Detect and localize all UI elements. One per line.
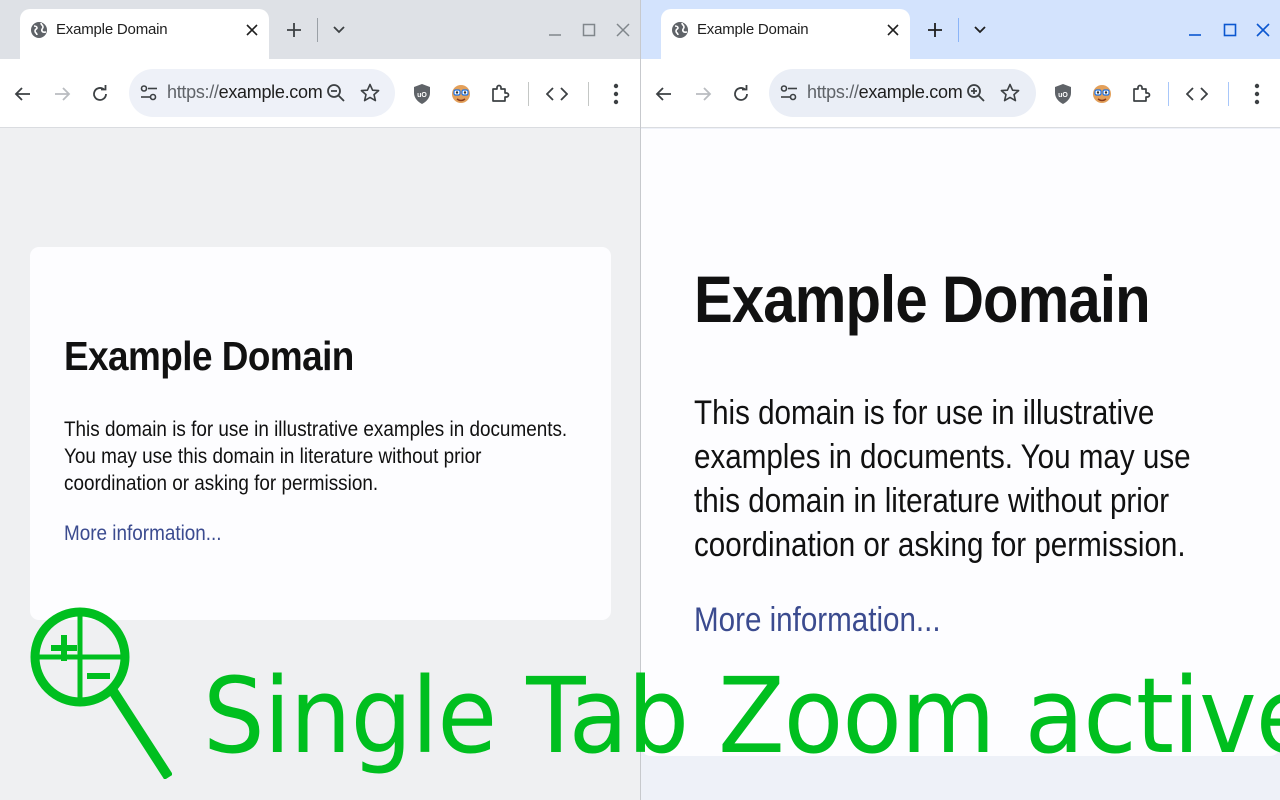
tab-search-chevron-icon[interactable]: [327, 18, 351, 42]
more-information-link[interactable]: More information...: [694, 601, 941, 640]
toolbar-separator: [528, 82, 529, 106]
close-icon[interactable]: [1251, 18, 1275, 42]
tab-close-icon[interactable]: [241, 19, 263, 41]
toolbar-separator: [1168, 82, 1169, 106]
reload-icon[interactable]: [87, 81, 113, 107]
zoom-magnifier-icon: [30, 607, 172, 779]
bookmark-star-icon[interactable]: [358, 81, 382, 105]
minimize-icon[interactable]: [543, 18, 567, 42]
tab-example-domain[interactable]: Example Domain: [20, 9, 269, 59]
back-arrow-icon[interactable]: [10, 81, 36, 107]
url-scheme: https://: [807, 82, 859, 102]
address-url: https://example.com: [167, 82, 323, 103]
tab-close-icon[interactable]: [882, 19, 904, 41]
more-information-link[interactable]: More information...: [64, 522, 222, 546]
url-scheme: https://: [167, 82, 219, 102]
tab-example-domain[interactable]: Example Domain: [661, 9, 910, 59]
reload-icon[interactable]: [728, 81, 754, 107]
extensions-puzzle-icon[interactable]: [487, 81, 513, 107]
menu-kebab-icon[interactable]: [1244, 81, 1270, 107]
maximize-icon[interactable]: [577, 18, 601, 42]
zoom-out-icon[interactable]: [324, 81, 348, 105]
code-icon[interactable]: [1184, 81, 1210, 107]
new-tab-button[interactable]: [282, 18, 306, 42]
close-icon[interactable]: [611, 18, 635, 42]
page-paragraph: This domain is for use in illustrative e…: [694, 394, 1191, 564]
url-host: example.com: [218, 82, 323, 102]
back-arrow-icon[interactable]: [651, 81, 677, 107]
tab-strip: Example Domain: [641, 0, 1280, 59]
browser-toolbar: https://example.com uO: [641, 59, 1280, 128]
url-host: example.com: [858, 82, 963, 102]
menu-kebab-icon[interactable]: [603, 81, 629, 107]
single-tab-zoom-banner: Single Tab Zoom active: [203, 655, 1280, 777]
site-settings-icon[interactable]: [777, 81, 801, 105]
maximize-icon[interactable]: [1218, 18, 1242, 42]
forward-arrow-icon[interactable]: [49, 81, 75, 107]
bookmark-star-icon[interactable]: [998, 81, 1022, 105]
svg-text:uO: uO: [1058, 92, 1068, 99]
site-settings-icon[interactable]: [137, 81, 161, 105]
tab-search-chevron-icon[interactable]: [968, 18, 992, 42]
toolbar-separator: [588, 82, 589, 106]
globe-icon: [672, 22, 688, 38]
code-icon[interactable]: [544, 81, 570, 107]
ublock-shield-icon[interactable]: uO: [1050, 81, 1076, 107]
page-paragraph: This domain is for use in illustrative e…: [64, 418, 568, 495]
tab-strip: Example Domain: [0, 0, 640, 59]
page-heading: Example Domain: [64, 333, 354, 379]
forward-arrow-icon[interactable]: [690, 81, 716, 107]
svg-text:uO: uO: [417, 92, 427, 99]
ublock-shield-icon[interactable]: uO: [409, 81, 435, 107]
extension-face-icon[interactable]: [1089, 81, 1115, 107]
strip-separator: [317, 18, 318, 42]
new-tab-button[interactable]: [923, 18, 947, 42]
zoom-in-icon[interactable]: [964, 81, 988, 105]
address-url: https://example.com: [807, 82, 963, 103]
extensions-puzzle-icon[interactable]: [1128, 81, 1154, 107]
browser-toolbar: https://example.com uO: [0, 59, 640, 128]
tab-title: Example Domain: [56, 21, 168, 38]
minimize-icon[interactable]: [1183, 18, 1207, 42]
strip-separator: [958, 18, 959, 42]
tab-title: Example Domain: [697, 21, 809, 38]
address-bar[interactable]: https://example.com: [129, 69, 395, 117]
page-heading: Example Domain: [694, 262, 1151, 336]
extension-face-icon[interactable]: [448, 81, 474, 107]
globe-icon: [31, 22, 47, 38]
content-card: Example Domain This domain is for use in…: [30, 247, 611, 620]
address-bar[interactable]: https://example.com: [769, 69, 1036, 117]
toolbar-separator: [1228, 82, 1229, 106]
